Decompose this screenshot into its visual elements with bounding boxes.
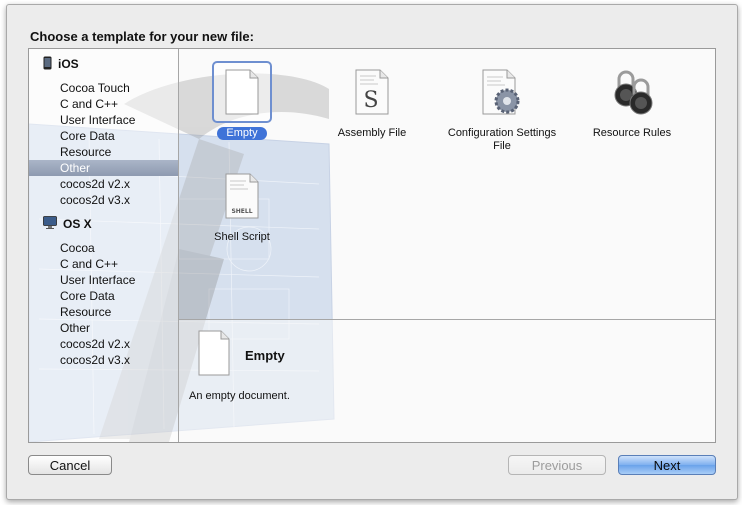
- iphone-icon: [43, 56, 52, 73]
- shell-icon-text: SHELL: [231, 208, 252, 215]
- category-sidebar: iOS Cocoa Touch C and C++ User Interface…: [29, 49, 179, 442]
- sidebar-section-osx: OS X: [43, 216, 92, 232]
- sidebar-item-ios-other[interactable]: Other: [29, 160, 178, 176]
- sidebar-section-title: OS X: [63, 217, 92, 231]
- sidebar-item-osx-core-data[interactable]: Core Data: [29, 288, 178, 304]
- sidebar-item-osx-user-interface[interactable]: User Interface: [29, 272, 178, 288]
- next-button[interactable]: Next: [618, 455, 716, 475]
- sidebar-item-ios-c-cpp[interactable]: C and C++: [29, 96, 178, 112]
- sidebar-item-ios-cocoa-touch[interactable]: Cocoa Touch: [29, 80, 178, 96]
- template-label: Empty: [217, 127, 267, 140]
- cancel-button[interactable]: Cancel: [28, 455, 112, 475]
- assembly-icon-letter: S: [363, 88, 378, 113]
- sidebar-item-ios-cocos2d-v3[interactable]: cocos2d v3.x: [29, 192, 178, 208]
- sidebar-item-ios-core-data[interactable]: Core Data: [29, 128, 178, 144]
- detail-description: An empty document.: [189, 390, 290, 402]
- detail-title: Empty: [245, 348, 285, 363]
- shell-script-icon: SHELL: [212, 165, 272, 227]
- sidebar-item-osx-cocos2d-v3[interactable]: cocos2d v3.x: [29, 352, 178, 368]
- assembly-file-icon: S: [342, 61, 402, 123]
- previous-button[interactable]: Previous: [508, 455, 606, 475]
- sidebar-section-ios: iOS: [43, 56, 79, 72]
- template-empty[interactable]: Empty: [187, 61, 297, 140]
- template-grid: Empty S Assembly File Configuration Sett…: [179, 49, 715, 319]
- sidebar-item-osx-other[interactable]: Other: [29, 320, 178, 336]
- sidebar-item-ios-cocos2d-v2[interactable]: cocos2d v2.x: [29, 176, 178, 192]
- new-file-dialog: Choose a template for your new file: iOS…: [6, 4, 738, 500]
- sidebar-section-title: iOS: [58, 57, 79, 71]
- template-label: Assembly File: [337, 127, 407, 139]
- dialog-heading: Choose a template for your new file:: [30, 29, 254, 44]
- template-label: Configuration Settings File: [447, 127, 557, 152]
- template-shell-script[interactable]: SHELL Shell Script: [187, 165, 297, 244]
- template-label: Resource Rules: [592, 127, 672, 139]
- detail-file-icon: [197, 330, 231, 381]
- template-chooser: iOS Cocoa Touch C and C++ User Interface…: [28, 48, 716, 443]
- sidebar-item-osx-cocos2d-v2[interactable]: cocos2d v2.x: [29, 336, 178, 352]
- template-configuration-settings-file[interactable]: Configuration Settings File: [447, 61, 557, 153]
- padlocks-icon: [602, 61, 662, 123]
- sidebar-item-ios-resource[interactable]: Resource: [29, 144, 178, 160]
- sidebar-item-osx-resource[interactable]: Resource: [29, 304, 178, 320]
- template-detail-pane: Empty An empty document.: [179, 319, 715, 442]
- sidebar-item-osx-cocoa[interactable]: Cocoa: [29, 240, 178, 256]
- template-resource-rules[interactable]: Resource Rules: [577, 61, 687, 140]
- mac-icon: [43, 216, 57, 232]
- template-label: Shell Script: [214, 231, 270, 243]
- template-assembly-file[interactable]: S Assembly File: [317, 61, 427, 140]
- sidebar-item-ios-user-interface[interactable]: User Interface: [29, 112, 178, 128]
- empty-file-icon: [212, 61, 272, 123]
- sidebar-item-osx-c-cpp[interactable]: C and C++: [29, 256, 178, 272]
- config-settings-file-icon: [472, 61, 532, 123]
